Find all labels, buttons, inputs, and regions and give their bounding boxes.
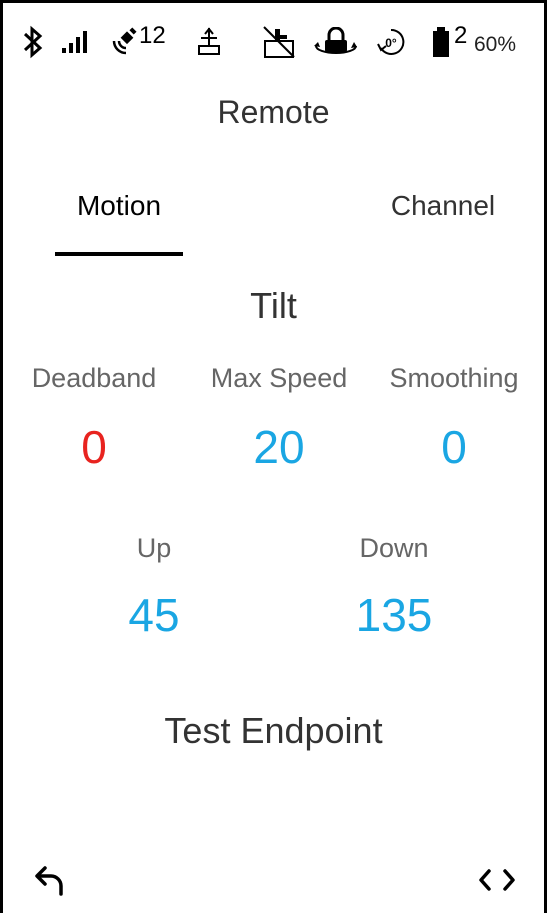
deadband-label: Deadband [31, 363, 157, 393]
down-value[interactable]: 135 [324, 588, 464, 642]
active-tab-indicator [55, 252, 183, 256]
battery-icon [432, 20, 450, 64]
battery-index: 2 [454, 22, 468, 49]
switch-button[interactable] [472, 858, 522, 902]
tab-channel[interactable]: Channel [370, 190, 516, 222]
tab-motion[interactable]: Motion [55, 190, 183, 222]
signal-bars-icon [62, 20, 92, 64]
satellite-count: 12 [139, 22, 166, 49]
battery-percent: 60% [474, 33, 517, 56]
bluetooth-icon [22, 20, 44, 64]
tilt-off-icon [262, 20, 296, 64]
max-speed-label: Max Speed [210, 363, 348, 393]
antenna-icon [196, 20, 222, 64]
tab-bar: Motion Channel [0, 190, 547, 260]
back-button[interactable] [26, 858, 76, 902]
lock-rotate-icon [314, 20, 358, 64]
section-title: Tilt [250, 285, 297, 326]
satellite-icon [110, 20, 138, 64]
status-bar: 12 0° 2 60% [18, 20, 538, 64]
smoothing-label: Smoothing [389, 363, 519, 393]
test-endpoint-button[interactable]: Test Endpoint [0, 710, 547, 752]
orientation-label: 0° [385, 36, 397, 50]
smoothing-value[interactable]: 0 [404, 420, 504, 474]
chevrons-icon [479, 869, 515, 891]
max-speed-value[interactable]: 20 [229, 420, 329, 474]
up-value[interactable]: 45 [94, 588, 214, 642]
deadband-value[interactable]: 0 [44, 420, 144, 474]
up-label: Up [136, 533, 172, 563]
back-arrow-icon [35, 866, 63, 896]
page-title: Remote [217, 94, 330, 130]
down-label: Down [359, 533, 429, 563]
orientation-icon: 0° [376, 20, 406, 64]
